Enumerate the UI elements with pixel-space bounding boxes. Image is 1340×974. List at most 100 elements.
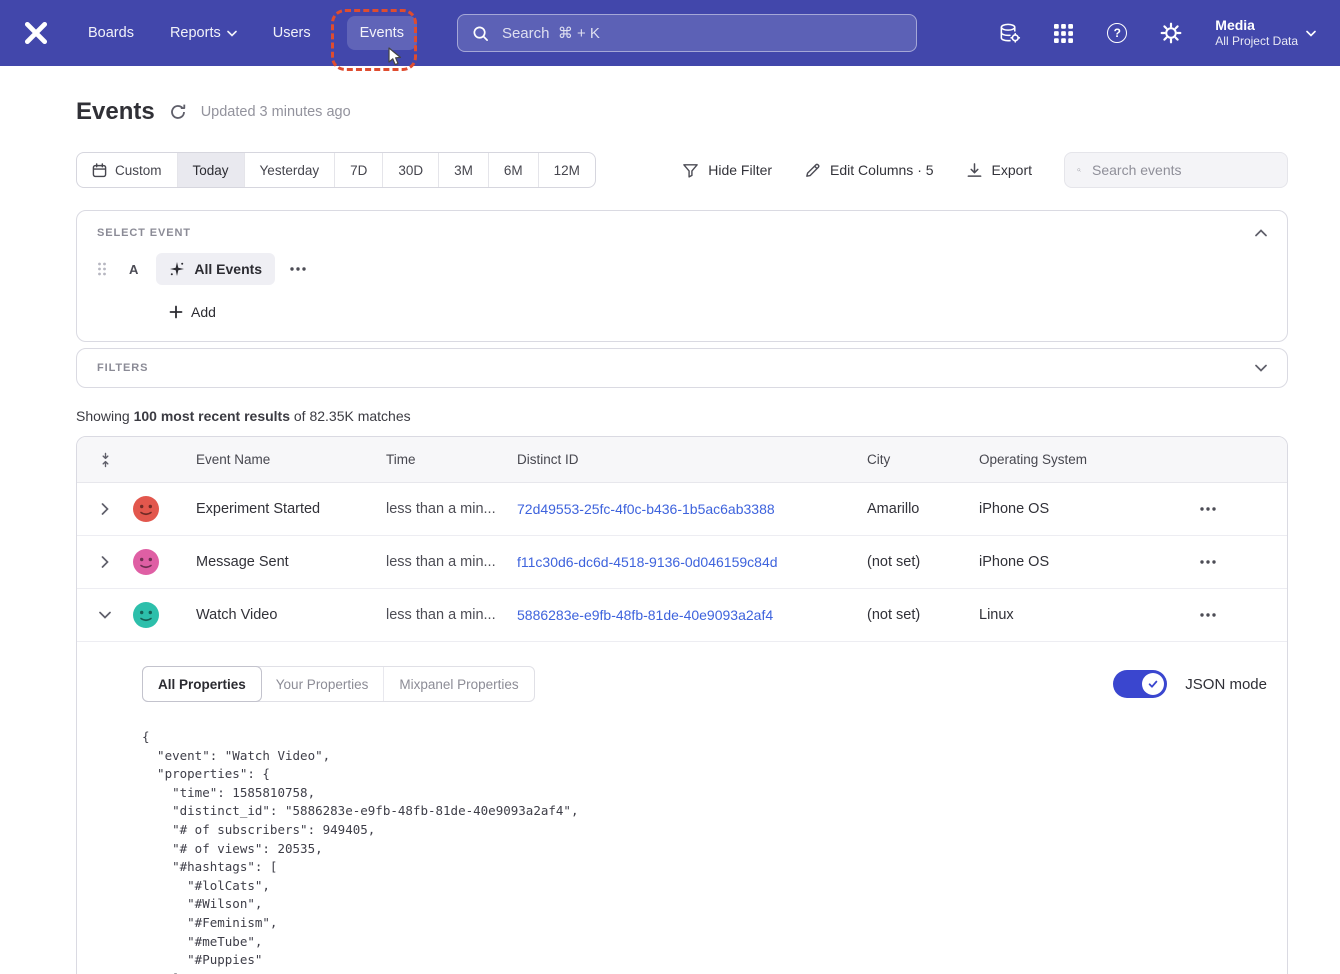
- project-switcher[interactable]: Media All Project Data: [1215, 17, 1316, 50]
- avatar-face-icon: [133, 549, 159, 575]
- tab-your-properties[interactable]: Your Properties: [261, 667, 385, 701]
- distinct-id-link[interactable]: 5886283e-e9fb-48fb-81de-40e9093a2af4: [517, 607, 773, 623]
- nav-item-users[interactable]: Users: [273, 25, 311, 41]
- help-icon[interactable]: ?: [1105, 21, 1129, 45]
- date-range-30d[interactable]: 30D: [382, 153, 438, 187]
- search-events-input[interactable]: [1090, 161, 1275, 179]
- date-range-7d[interactable]: 7D: [334, 153, 382, 187]
- event-avatar: [133, 549, 159, 575]
- event-chip-label: All Events: [194, 261, 262, 277]
- nav-item-reports[interactable]: Reports: [170, 25, 237, 41]
- data-management-icon[interactable]: [997, 21, 1021, 45]
- cursor-icon: [387, 47, 403, 67]
- refresh-button[interactable]: [169, 103, 187, 121]
- apps-grid-icon[interactable]: [1051, 21, 1075, 45]
- distinct-id-link[interactable]: f11c30d6-dc6d-4518-9136-0d046159c84d: [517, 554, 778, 570]
- date-range-yesterday[interactable]: Yesterday: [244, 153, 335, 187]
- distinct-id-link[interactable]: 72d49553-25fc-4f0c-b436-1b5ac6ab3388: [517, 501, 775, 517]
- collapse-row-button[interactable]: [99, 611, 111, 619]
- event-detail-panel: All Properties Your Properties Mixpanel …: [77, 642, 1287, 974]
- properties-tabs: All Properties Your Properties Mixpanel …: [142, 666, 535, 702]
- nav-item-reports-label: Reports: [170, 25, 221, 41]
- event-selector-row: A All Events: [97, 253, 1267, 285]
- tab-all-properties[interactable]: All Properties: [142, 666, 262, 702]
- mixpanel-logo[interactable]: [22, 19, 50, 47]
- cell-event-name: Experiment Started: [173, 501, 386, 517]
- cell-distinct-id: 5886283e-e9fb-48fb-81de-40e9093a2af4: [517, 607, 867, 624]
- add-event-label: Add: [191, 304, 216, 320]
- nav-item-events[interactable]: Events: [347, 16, 417, 50]
- date-range-control: Custom Today Yesterday 7D 30D 3M 6M 12M: [76, 152, 596, 188]
- collapse-panel-button[interactable]: [1255, 229, 1267, 237]
- row-more-button[interactable]: [1187, 612, 1217, 618]
- event-more-button[interactable]: [289, 266, 307, 272]
- edit-columns-label: Edit Columns · 5: [830, 162, 933, 178]
- add-event-button[interactable]: Add: [163, 303, 222, 321]
- row-more-button[interactable]: [1187, 506, 1217, 512]
- export-button[interactable]: Export: [966, 162, 1032, 179]
- date-range-custom[interactable]: Custom: [77, 153, 177, 187]
- date-range-3m[interactable]: 3M: [438, 153, 488, 187]
- cell-time: less than a min...: [386, 501, 517, 517]
- tab-mixpanel-properties[interactable]: Mixpanel Properties: [384, 667, 533, 701]
- search-events[interactable]: [1064, 152, 1288, 188]
- table-row[interactable]: Message Sent less than a min... f11c30d6…: [77, 536, 1287, 589]
- chevron-up-icon: [1255, 229, 1267, 237]
- chevron-down-icon: [99, 611, 111, 619]
- events-page: Events Updated 3 minutes ago Custom Toda…: [0, 66, 1340, 974]
- nav-item-boards[interactable]: Boards: [88, 25, 134, 41]
- edit-columns-button[interactable]: Edit Columns · 5: [804, 162, 933, 179]
- column-header-os: Operating System: [979, 452, 1187, 467]
- date-range-6m[interactable]: 6M: [488, 153, 538, 187]
- search-icon: [1077, 162, 1081, 178]
- hide-filter-label: Hide Filter: [708, 162, 772, 178]
- table-header-row: Event Name Time Distinct ID City Operati…: [77, 437, 1287, 483]
- expand-filters-button[interactable]: [1255, 364, 1267, 372]
- detail-top-row: All Properties Your Properties Mixpanel …: [142, 666, 1267, 702]
- mixpanel-logo-icon: [23, 20, 49, 46]
- results-count: 100 most recent results: [134, 408, 290, 424]
- select-event-panel: SELECT EVENT A All Events: [76, 210, 1288, 342]
- date-range-12m[interactable]: 12M: [538, 153, 595, 187]
- expand-row-button[interactable]: [101, 503, 109, 515]
- results-summary: Showing 100 most recent results of 82.35…: [76, 408, 1288, 424]
- ellipsis-icon: [1199, 612, 1217, 618]
- expand-row-button[interactable]: [101, 556, 109, 568]
- ellipsis-icon: [289, 266, 307, 272]
- json-mode-toggle[interactable]: [1113, 670, 1167, 698]
- ellipsis-icon: [1199, 506, 1217, 512]
- avatar-face-icon: [133, 602, 159, 628]
- json-properties-view: { "event": "Watch Video", "properties": …: [142, 728, 1267, 974]
- toolbar: Custom Today Yesterday 7D 30D 3M 6M 12M …: [76, 152, 1288, 188]
- hide-filter-button[interactable]: Hide Filter: [682, 162, 772, 179]
- global-search[interactable]: [457, 14, 917, 52]
- column-header-time: Time: [386, 452, 517, 467]
- navbar-right: ? Media All Project Data: [997, 17, 1316, 50]
- top-navbar: Boards Reports Users Events: [0, 0, 1340, 66]
- table-row-expanded[interactable]: Watch Video less than a min... 5886283e-…: [77, 589, 1287, 642]
- collapse-all-rows-button[interactable]: [99, 452, 112, 468]
- cell-city: (not set): [867, 554, 979, 570]
- cell-time: less than a min...: [386, 607, 517, 623]
- row-more-button[interactable]: [1187, 559, 1217, 565]
- json-mode-label: JSON mode: [1185, 676, 1267, 693]
- refresh-icon: [169, 103, 187, 121]
- filters-panel[interactable]: FILTERS: [76, 348, 1288, 388]
- cell-event-name: Message Sent: [173, 554, 386, 570]
- collapse-rows-icon: [99, 452, 112, 468]
- nav-events-wrap: Events: [347, 16, 417, 50]
- cell-os: Linux: [979, 607, 1187, 623]
- global-search-input[interactable]: [500, 24, 902, 43]
- cell-city: (not set): [867, 607, 979, 623]
- column-header-event-name: Event Name: [173, 452, 386, 467]
- table-row[interactable]: Experiment Started less than a min... 72…: [77, 483, 1287, 536]
- event-chip-all-events[interactable]: All Events: [156, 253, 275, 285]
- chevron-down-icon: [1255, 364, 1267, 372]
- column-header-distinct-id: Distinct ID: [517, 452, 867, 467]
- cell-time: less than a min...: [386, 554, 517, 570]
- event-avatar: [133, 602, 159, 628]
- toolbar-right: Hide Filter Edit Columns · 5 Export: [682, 152, 1288, 188]
- drag-handle-icon[interactable]: [97, 261, 107, 277]
- date-range-today[interactable]: Today: [177, 153, 244, 187]
- settings-gear-icon[interactable]: [1159, 21, 1183, 45]
